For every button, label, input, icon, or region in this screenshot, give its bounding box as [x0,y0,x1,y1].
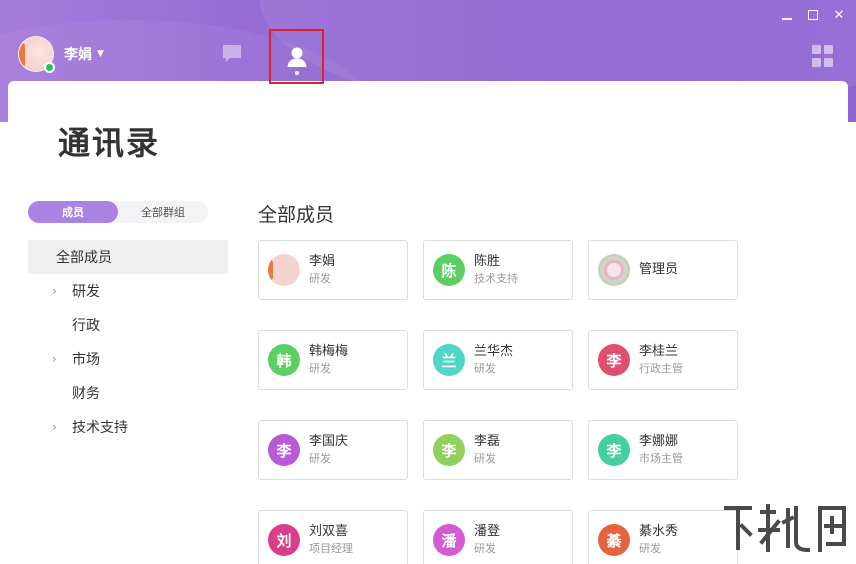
member-card[interactable]: 李 李国庆研发 [258,420,408,480]
avatar: 李 [598,434,630,466]
window-controls: ✕ [780,8,846,23]
user-menu[interactable]: 李娟 ▼ [18,36,104,72]
maximize-icon[interactable] [806,8,820,22]
member-group-switch: 成员 全部群组 [28,201,208,223]
member-name: 李国庆 [309,434,349,449]
member-card[interactable]: 刘 刘双喜项目经理 [258,510,408,564]
avatar-initial: 陈 [441,261,457,280]
tree-item[interactable]: 全部成员 [28,240,228,274]
avatar-initial: 兰 [441,351,457,370]
member-role: 研发 [639,542,661,555]
avatar-initial: 刘 [276,531,292,550]
close-icon[interactable]: ✕ [832,8,846,23]
avatar: 兰 [433,344,465,376]
avatar: 李 [598,344,630,376]
chevron-right-icon[interactable]: › [52,352,66,366]
member-role: 研发 [309,272,331,285]
chevron-right-icon[interactable]: › [52,284,66,298]
avatar-initial: 韩 [276,351,292,370]
member-role: 行政主管 [639,362,683,375]
member-card[interactable]: 李 李桂兰行政主管 [588,330,738,390]
member-name: 陈胜 [474,254,501,269]
tree-item-label: 财务 [72,386,100,402]
member-name: 李娜娜 [639,434,679,449]
avatar-initial: 李 [441,441,457,460]
chevron-right-icon[interactable]: › [52,420,66,434]
grid-apps-icon[interactable] [812,45,834,67]
person-icon [287,47,306,67]
member-card[interactable]: 李娟 研发 [258,240,408,300]
member-role: 研发 [474,452,496,465]
avatar: 李 [268,434,300,466]
avatar [268,254,300,286]
member-card[interactable]: 兰 兰华杰研发 [423,330,573,390]
contacts-panel: 通讯录 成员 全部群组 全部成员 › 研发 行政 › 市场 财务 › 技术支持 全部成员 李娟研… [8,81,848,564]
member-card[interactable]: 李 李磊研发 [423,420,573,480]
minimize-icon[interactable] [780,8,794,22]
member-name: 李娟 [309,254,336,269]
member-name: 李磊 [474,434,501,449]
chat-bubble-icon[interactable] [221,44,243,64]
member-name: 韩梅梅 [309,344,349,359]
tree-item[interactable]: › 市场 [28,342,228,376]
member-role: 研发 [309,362,331,375]
tree-item-label: 研发 [72,284,100,300]
tree-item-label: 全部成员 [56,250,112,266]
avatar-initial: 李 [606,441,622,460]
user-name[interactable]: 李娟 [64,44,92,64]
page-title: 通讯录 [58,124,161,162]
avatar [598,254,630,286]
avatar-initial: 李 [276,441,292,460]
member-role: 技术支持 [474,272,518,285]
member-card[interactable]: 李 李娜娜市场主管 [588,420,738,480]
chevron-down-icon[interactable]: ▼ [97,49,104,59]
member-role: 研发 [474,362,496,375]
tree-item-label: 技术支持 [72,420,128,436]
tree-item[interactable]: 财务 [28,376,228,410]
member-name: 管理员 [639,262,679,277]
department-tree: 全部成员 › 研发行政 › 市场财务 › 技术支持 [28,240,228,444]
member-role: 研发 [309,452,331,465]
tree-item-label: 市场 [72,352,100,368]
avatar-initial: 綦 [606,531,622,550]
member-role: 研发 [474,542,496,555]
avatar: 刘 [268,524,300,556]
watermark-logo [724,504,846,553]
avatar-initial: 潘 [441,531,457,550]
avatar: 韩 [268,344,300,376]
member-card[interactable]: 潘 潘登研发 [423,510,573,564]
member-name: 潘登 [474,524,501,539]
online-status-icon [44,62,55,73]
member-card[interactable]: 管理员 [588,240,738,300]
avatar: 綦 [598,524,630,556]
contacts-nav-button[interactable] [269,29,324,84]
tab-members[interactable]: 成员 [28,201,118,223]
avatar: 潘 [433,524,465,556]
member-name: 綦水秀 [639,524,679,539]
member-card[interactable]: 韩 韩梅梅研发 [258,330,408,390]
tree-item[interactable]: 行政 [28,308,228,342]
member-role: 项目经理 [309,542,353,555]
tree-item[interactable]: › 研发 [28,274,228,308]
member-card[interactable]: 綦 綦水秀研发 [588,510,738,564]
avatar: 李 [433,434,465,466]
member-name: 刘双喜 [309,524,349,539]
section-title: 全部成员 [258,204,335,226]
member-name: 兰华杰 [474,344,514,359]
tree-item-label: 行政 [72,318,100,334]
member-card[interactable]: 陈 陈胜技术支持 [423,240,573,300]
tab-all-groups[interactable]: 全部群组 [118,201,208,223]
avatar-initial: 李 [606,351,622,370]
tree-item[interactable]: › 技术支持 [28,410,228,444]
member-name: 李桂兰 [639,344,679,359]
member-role: 市场主管 [639,452,683,465]
avatar: 陈 [433,254,465,286]
